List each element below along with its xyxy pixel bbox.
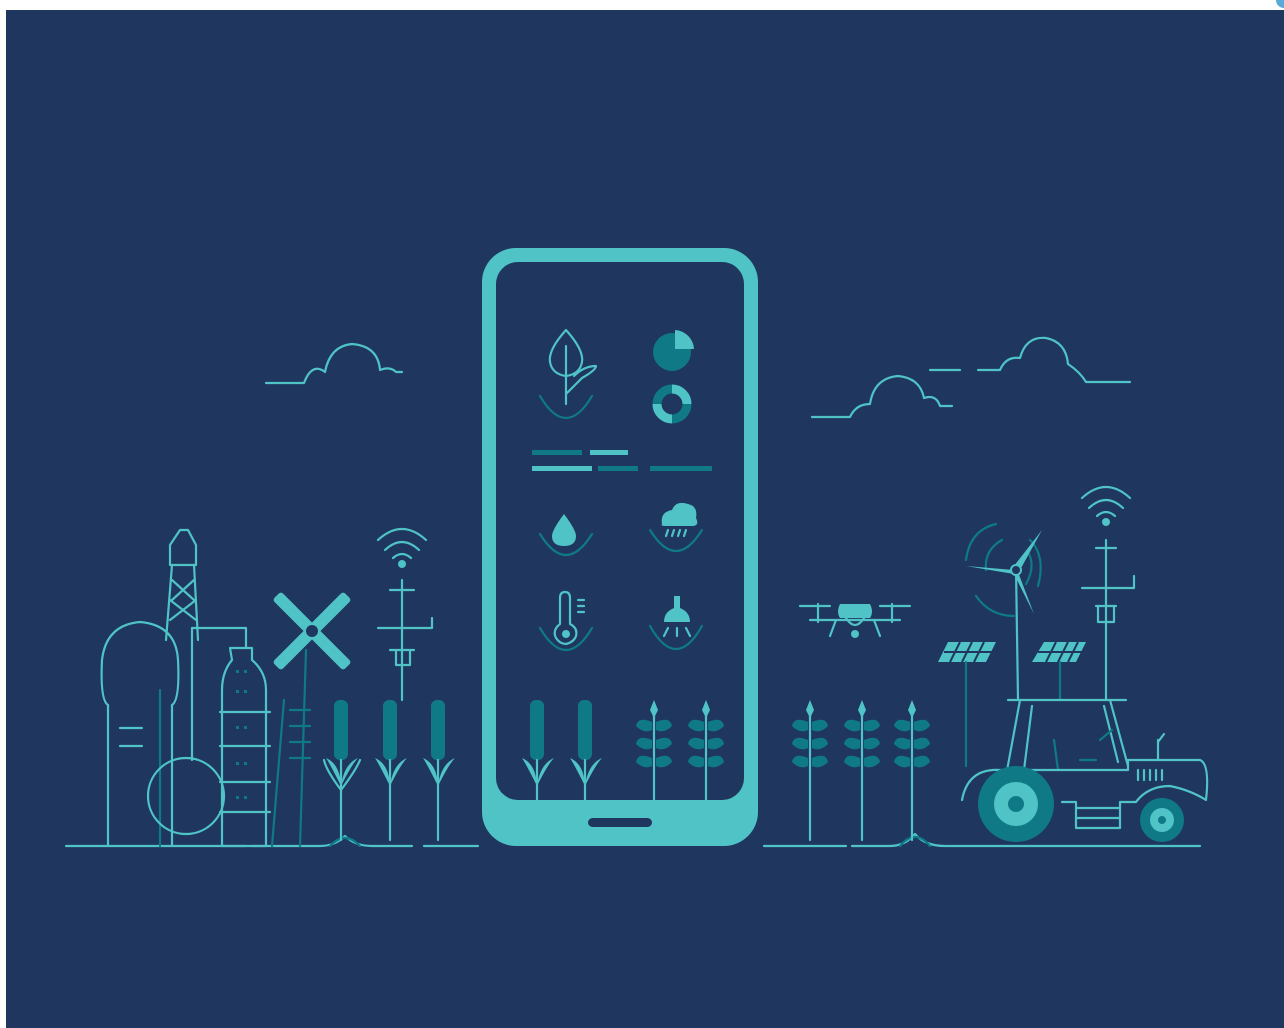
phone-home-bar[interactable] <box>588 818 652 827</box>
corner-dot <box>1276 0 1284 8</box>
phone-device <box>482 248 758 846</box>
smart-farming-illustration <box>6 0 1284 1028</box>
